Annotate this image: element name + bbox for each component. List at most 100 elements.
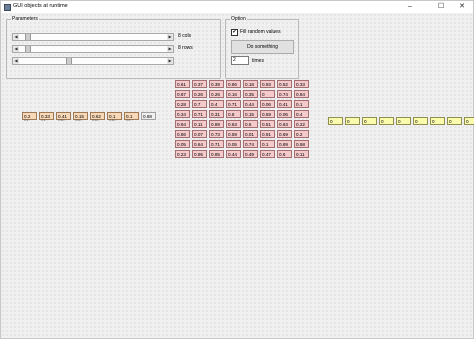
zero-cell[interactable]: 0: [464, 117, 474, 125]
grid-cell[interactable]: 0.69: [277, 130, 292, 138]
slider-left-arrow-icon[interactable]: ◀: [13, 34, 19, 40]
grid-cell[interactable]: 0.15: [243, 110, 258, 118]
row-cell[interactable]: 0.62 0.22...: [90, 112, 105, 122]
slider-left-arrow-icon[interactable]: ◀: [13, 58, 19, 64]
grid-cell[interactable]: 0.47: [260, 150, 275, 158]
row-cell[interactable]: 0.41 0.32...: [56, 112, 71, 122]
minimize-icon[interactable]: –: [401, 1, 419, 13]
slider-right-arrow-icon[interactable]: ▶: [167, 58, 173, 64]
grid-cell[interactable]: 0.93: [260, 80, 275, 88]
grid-cell[interactable]: 0.63: [277, 120, 292, 128]
grid-cell[interactable]: 0.51: [260, 120, 275, 128]
slider-right-arrow-icon[interactable]: ▶: [167, 34, 173, 40]
grid-cell[interactable]: 0.1: [260, 140, 275, 148]
grid-cell[interactable]: 0.2: [294, 130, 309, 138]
grid-cell[interactable]: 0.71: [226, 100, 241, 108]
grid-cell[interactable]: 0.11: [192, 120, 207, 128]
zero-cell[interactable]: 0: [362, 117, 377, 125]
do-something-button[interactable]: Do something: [231, 40, 294, 54]
row-cell[interactable]: 0.15 0.22...: [73, 112, 88, 122]
slider-thumb[interactable]: [66, 58, 72, 64]
grid-cell[interactable]: 0.44: [243, 100, 258, 108]
cols-slider[interactable]: ◀ ▶: [12, 33, 174, 41]
grid-cell[interactable]: 0.63: [226, 120, 241, 128]
zero-cell[interactable]: 0: [447, 117, 462, 125]
zero-cell[interactable]: 0: [379, 117, 394, 125]
row-cell[interactable]: 0.88: [141, 112, 156, 120]
grid-cell[interactable]: 0.49: [243, 150, 258, 158]
slider-left-arrow-icon[interactable]: ◀: [13, 46, 19, 52]
grid-cell[interactable]: 0.7: [192, 100, 207, 108]
rows-slider[interactable]: ◀ ▶: [12, 45, 174, 53]
grid-cell[interactable]: 0.71: [192, 110, 207, 118]
slider-thumb[interactable]: [25, 34, 31, 40]
grid-cell[interactable]: 0.37: [192, 80, 207, 88]
grid-cell[interactable]: 0.87: [175, 90, 190, 98]
grid-cell[interactable]: 0.22: [294, 120, 309, 128]
zero-cell[interactable]: 0: [396, 117, 411, 125]
maximize-icon[interactable]: ☐: [432, 1, 450, 13]
grid-cell[interactable]: 0.85: [209, 150, 224, 158]
row-cell[interactable]: 0.2 0.9...: [22, 112, 37, 122]
fill-random-checkbox[interactable]: ✔: [231, 29, 238, 36]
times-input[interactable]: 2: [231, 56, 249, 65]
zero-cell[interactable]: 0: [413, 117, 428, 125]
grid-cell[interactable]: 0.86: [226, 80, 241, 88]
slider-thumb[interactable]: [25, 46, 31, 52]
grid-cell[interactable]: 0.44: [226, 150, 241, 158]
grid-cell[interactable]: 0.8: [226, 110, 241, 118]
grid-cell[interactable]: 0.33: [294, 80, 309, 88]
grid-cell[interactable]: 0.16: [226, 90, 241, 98]
grid-cell[interactable]: 0.41: [277, 100, 292, 108]
grid-cell[interactable]: 0.74: [277, 90, 292, 98]
grid-cell[interactable]: 0.89: [277, 140, 292, 148]
grid-cell[interactable]: 0.05: [226, 140, 241, 148]
grid-cell[interactable]: 0.89: [209, 120, 224, 128]
grid-cell[interactable]: 0.26: [192, 90, 207, 98]
grid-cell[interactable]: 0.4: [294, 110, 309, 118]
grid-cell[interactable]: 0: [260, 90, 275, 98]
grid-cell[interactable]: 0.01: [243, 130, 258, 138]
grid-cell[interactable]: 0.11: [294, 150, 309, 158]
grid-cell[interactable]: 0.59: [226, 130, 241, 138]
zero-cell[interactable]: 0: [328, 117, 343, 125]
title-bar[interactable]: GUI objects at runtime – ☐ ✕: [1, 1, 473, 13]
grid-cell[interactable]: 0.18: [243, 80, 258, 88]
close-icon[interactable]: ✕: [453, 1, 471, 13]
grid-cell[interactable]: 0.71: [209, 140, 224, 148]
grid-cell[interactable]: 0.61: [175, 80, 190, 88]
grid-cell[interactable]: 0.39: [209, 80, 224, 88]
zero-cell[interactable]: 0: [430, 117, 445, 125]
grid-cell[interactable]: 0.6: [243, 120, 258, 128]
slider-right-arrow-icon[interactable]: ▶: [167, 46, 173, 52]
grid-cell[interactable]: 0.84: [294, 90, 309, 98]
grid-cell[interactable]: 0.52: [277, 80, 292, 88]
grid-cell[interactable]: 0.07: [192, 130, 207, 138]
grid-cell[interactable]: 0.95: [192, 150, 207, 158]
grid-cell[interactable]: 0.86: [175, 130, 190, 138]
grid-cell[interactable]: 0.34: [175, 110, 190, 118]
grid-cell[interactable]: 0.6: [277, 150, 292, 158]
grid-cell[interactable]: 0.73: [209, 130, 224, 138]
grid-cell[interactable]: 0.26: [209, 90, 224, 98]
grid-cell[interactable]: 0.06: [260, 100, 275, 108]
row-cell[interactable]: 0.1 0.4...: [124, 112, 139, 122]
grid-cell[interactable]: 0.05: [175, 140, 190, 148]
row-cell[interactable]: 0.1 0.42...: [107, 112, 122, 122]
grid-cell[interactable]: 0.94: [175, 120, 190, 128]
zero-cell[interactable]: 0: [345, 117, 360, 125]
grid-cell[interactable]: 0.58: [294, 140, 309, 148]
grid-cell[interactable]: 0.1: [294, 100, 309, 108]
grid-cell[interactable]: 0.91: [260, 130, 275, 138]
grid-cell[interactable]: 0.06: [277, 110, 292, 118]
grid-cell[interactable]: 0.59: [260, 110, 275, 118]
grid-cell[interactable]: 0.4: [209, 100, 224, 108]
grid-cell[interactable]: 0.35: [243, 90, 258, 98]
grid-cell[interactable]: 0.28: [175, 100, 190, 108]
row-cell[interactable]: 0.33 0.3...: [39, 112, 54, 122]
third-slider[interactable]: ◀ ▶: [12, 57, 174, 65]
grid-cell[interactable]: 0.74: [243, 140, 258, 148]
grid-cell[interactable]: 0.23: [175, 150, 190, 158]
grid-cell[interactable]: 0.64: [192, 140, 207, 148]
grid-cell[interactable]: 0.31: [209, 110, 224, 118]
